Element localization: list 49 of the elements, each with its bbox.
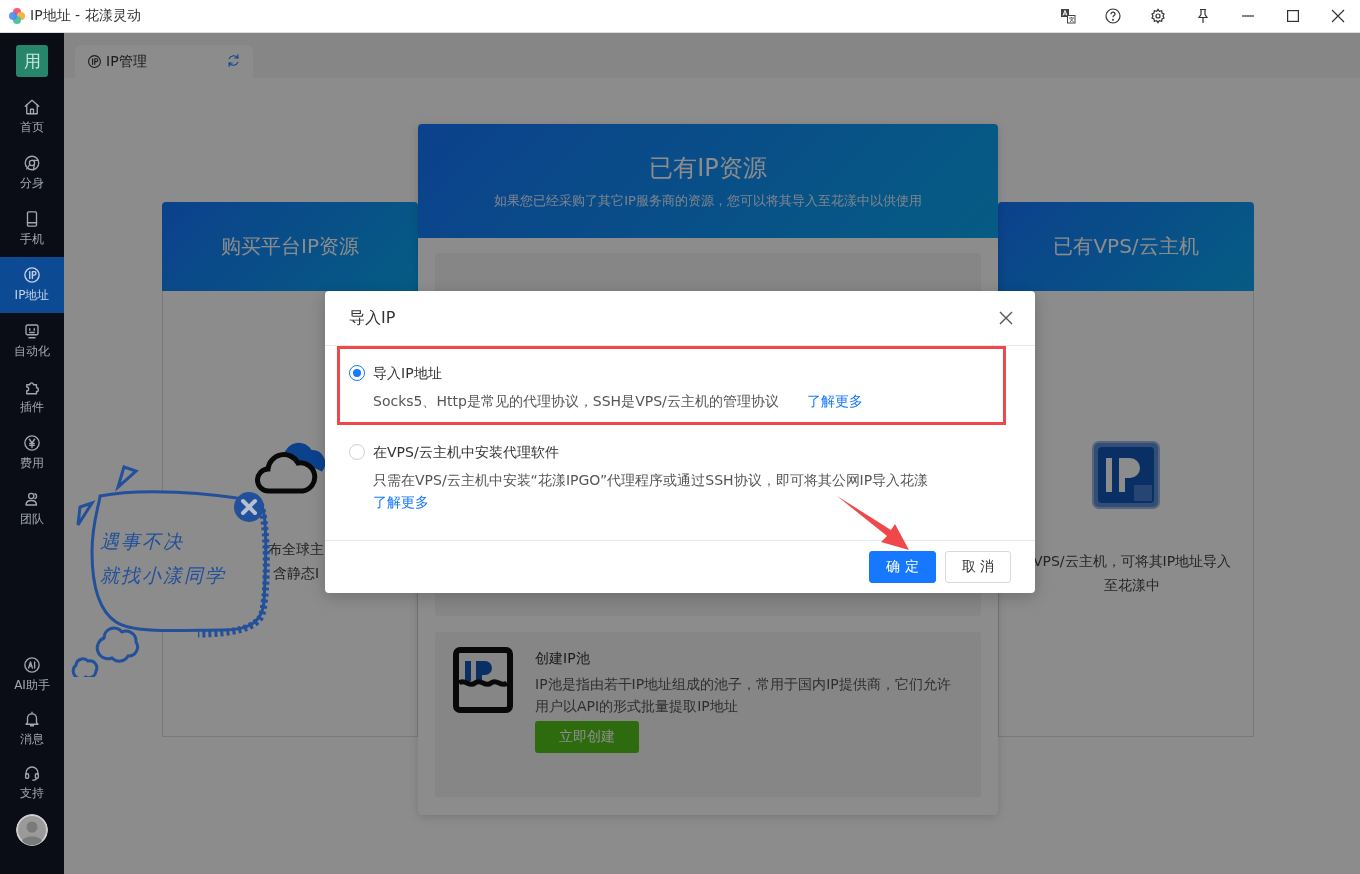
sidebar-item[interactable]: 插件 [0,369,64,425]
app-logo-icon [8,7,26,25]
robot-icon [23,322,41,340]
option-title: 创建IP池 [535,649,591,668]
dialog-title: 导入IP [349,307,396,329]
card-subtitle: 如果您已经采购了其它IP服务商的资源，您可以将其导入至花漾中以供使用 [494,192,922,210]
sidebar-item[interactable]: 费用 [0,425,64,481]
sidebar-item[interactable]: 团队 [0,481,64,537]
card-title: 已有VPS/云主机 [1053,233,1199,260]
option-label: 在VPS/云主机中安装代理软件 [373,443,559,462]
ip-icon [23,266,41,284]
learn-more-link[interactable]: 了解更多 [806,390,863,412]
option-label: 导入IP地址 [373,364,442,383]
option-description: 只需在VPS/云主机中安装“花漾IPGO”代理程序或通过SSH协议，即可将其公网IP导入花漾 [373,472,930,488]
cancel-button[interactable]: 取 消 [944,551,1011,583]
option-description: Socks5、Http是常见的代理协议，SSH是VPS/云主机的管理协议 [373,393,780,409]
sidebar-item[interactable]: 自动化 [0,313,64,369]
refresh-icon [226,52,241,68]
ip-pool-icon [453,647,513,713]
learn-more-link[interactable]: 了解更多 [373,491,429,513]
bell-icon [23,710,41,728]
sidebar-item[interactable]: IP地址 [0,257,64,313]
browser-icon [23,154,41,172]
close-icon[interactable] [999,311,1013,325]
confirm-button[interactable]: 确 定 [869,551,936,583]
card-description: 至花漾中 [1103,576,1161,595]
sidebar-item[interactable]: 消息 [0,702,64,756]
yen-icon [23,434,41,452]
card-title: 购买平台IP资源 [221,233,359,260]
user-avatar[interactable] [16,814,48,846]
card-description: 布全球主 [268,540,324,559]
headset-icon [23,764,41,782]
sidebar-item[interactable]: 支持 [0,756,64,810]
card-description: 含静态I [271,564,321,583]
radio-button[interactable] [349,365,365,381]
close-icon[interactable] [233,491,265,523]
ip-logo-icon [1092,441,1160,509]
sidebar-item[interactable]: AI助手 [0,648,64,702]
ai-icon [23,656,41,674]
sidebar-item[interactable]: 首页 [0,89,64,145]
sidebar-item[interactable]: 手机 [0,201,64,257]
ip-icon [87,54,102,69]
card-title: 已有IP资源 [649,153,767,184]
sidebar-item[interactable]: 分身 [0,145,64,201]
bubble-text: 遇事不决 就找小漾同学 [100,529,226,588]
tab[interactable]: IP管理 [75,45,253,78]
home-icon [23,98,41,116]
window-title: IP地址 - 花漾灵动 [30,7,141,25]
option-description: IP池是指由若干IP地址组成的池子，常用于国内IP提供商，它们允许用户以API的形式批量提取IP地址 [535,675,952,716]
